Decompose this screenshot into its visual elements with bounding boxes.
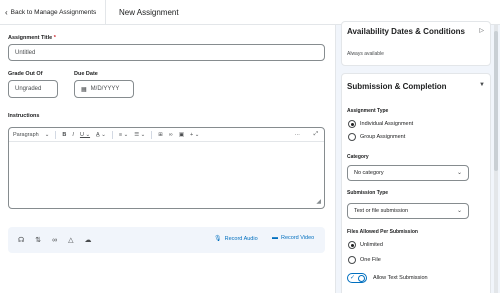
image-icon[interactable]: ▣ <box>179 132 184 138</box>
toolbar-divider <box>55 130 57 139</box>
collapse-down-icon[interactable]: ▼ <box>479 82 485 88</box>
onedrive-icon[interactable]: ☁ <box>84 236 91 244</box>
instructions-label: Instructions <box>8 113 40 119</box>
page-title: New Assignment <box>119 8 179 17</box>
expand-right-icon[interactable]: ▷ <box>479 27 484 34</box>
google-drive-icon[interactable]: △ <box>68 236 73 244</box>
align-icon[interactable]: ≡ ⌄ <box>119 132 128 138</box>
one-file-label: One File <box>360 257 381 263</box>
quicklink-icon[interactable]: ⊞ <box>158 132 163 138</box>
assignment-title-input[interactable]: Untitled <box>8 44 325 61</box>
assignment-type-label: Assignment Type <box>347 108 389 114</box>
chevron-down-icon: ⌄ <box>456 208 462 214</box>
more-options-icon[interactable]: ··· <box>295 132 301 138</box>
toggle-knob <box>358 275 365 282</box>
submission-type-select[interactable]: Text or file submission ⌄ <box>347 203 469 219</box>
check-icon: ✓ <box>350 275 356 281</box>
italic-icon[interactable]: I <box>72 132 74 138</box>
paragraph-format-select[interactable]: Paragraph ⌄ <box>13 132 49 138</box>
assignment-form: Assignment Title * Untitled Grade Out Of… <box>0 25 335 293</box>
due-date-input[interactable]: ▦ M/D/YYYY <box>74 80 134 98</box>
availability-summary: Always available <box>347 51 384 57</box>
category-label: Category <box>347 154 369 160</box>
insert-more-icon[interactable]: + ⌄ <box>190 132 199 138</box>
fullscreen-icon[interactable]: ⤢ <box>314 131 318 138</box>
underline-icon[interactable]: U ⌄ <box>80 132 90 138</box>
group-assignment-label: Group Assignment <box>360 134 406 140</box>
back-to-manage-assignments-button[interactable]: ‹ Back to Manage Assignments <box>0 0 106 25</box>
availability-heading: Availability Dates & Conditions <box>347 27 465 36</box>
required-mark: * <box>53 35 56 41</box>
grade-out-of-input[interactable]: Ungraded <box>8 80 58 98</box>
submission-completion-panel: Submission & Completion ▼ Assignment Typ… <box>341 73 491 293</box>
allow-text-submission-label: Allow Text Submission <box>373 275 428 281</box>
individual-assignment-label: Individual Assignment <box>360 121 414 127</box>
grade-out-of-label: Grade Out Of <box>8 71 43 77</box>
video-camera-icon: ▬ <box>272 235 278 241</box>
font-color-icon[interactable]: A̲ ⌄ <box>96 132 106 138</box>
bold-icon[interactable]: B <box>62 132 66 138</box>
record-video-button[interactable]: ▬ Record Video <box>272 235 314 241</box>
toolbar-divider <box>111 130 113 139</box>
availability-panel[interactable]: Availability Dates & Conditions ▷ Always… <box>341 21 491 66</box>
chevron-down-icon: ⌄ <box>456 170 462 176</box>
group-assignment-radio[interactable] <box>348 133 356 141</box>
assignment-title-label: Assignment Title * <box>8 35 56 41</box>
grade-value: Ungraded <box>15 86 42 92</box>
microphone-icon: 🎙 <box>214 236 222 242</box>
one-file-radio[interactable] <box>348 256 356 264</box>
assignment-title-value: Untitled <box>15 49 36 56</box>
submission-type-label: Submission Type <box>347 190 389 196</box>
chevron-left-icon: ‹ <box>5 8 8 17</box>
resize-handle-icon[interactable]: ◢ <box>316 198 321 205</box>
list-icon[interactable]: ☰ ⌄ <box>134 132 145 138</box>
unlimited-label: Unlimited <box>360 242 383 248</box>
category-select[interactable]: No category ⌄ <box>347 165 469 181</box>
instructions-editor[interactable]: Paragraph ⌄ B I U ⌄ A̲ ⌄ ≡ ⌄ ☰ ⌄ ⊞ ∞ ▣ +… <box>8 127 325 209</box>
calendar-icon: ▦ <box>81 86 87 93</box>
due-date-label: Due Date <box>74 71 98 77</box>
settings-sidebar: Availability Dates & Conditions ▷ Always… <box>335 21 500 293</box>
scrollbar-thumb[interactable] <box>494 31 498 171</box>
due-date-placeholder: M/D/YYYY <box>90 86 120 92</box>
individual-assignment-radio[interactable] <box>348 120 356 128</box>
upload-icon[interactable]: ⇅ <box>35 236 41 244</box>
attach-link-icon[interactable]: ∞ <box>52 237 57 244</box>
headphones-icon[interactable]: ☊ <box>18 236 24 244</box>
back-label: Back to Manage Assignments <box>10 9 97 16</box>
submission-heading: Submission & Completion <box>347 82 447 91</box>
files-allowed-label: Files Allowed Per Submission <box>347 229 418 235</box>
editor-toolbar: Paragraph ⌄ B I U ⌄ A̲ ⌄ ≡ ⌄ ☰ ⌄ ⊞ ∞ ▣ +… <box>9 128 324 142</box>
allow-text-submission-toggle[interactable]: ✓ <box>347 273 367 283</box>
toolbar-divider <box>151 130 153 139</box>
sidebar-scrollbar[interactable] <box>494 25 498 293</box>
link-icon[interactable]: ∞ <box>169 132 173 138</box>
record-audio-button[interactable]: 🎙 Record Audio <box>214 235 258 243</box>
unlimited-files-radio[interactable] <box>348 241 356 249</box>
